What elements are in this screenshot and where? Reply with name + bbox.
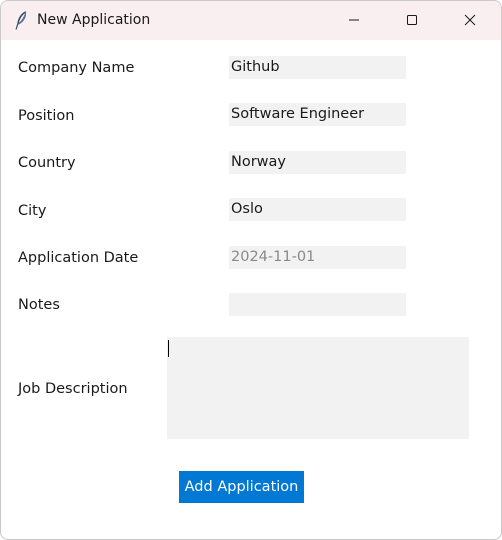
add-application-button[interactable]: Add Application bbox=[179, 471, 304, 503]
application-date-label: Application Date bbox=[18, 250, 139, 266]
minimize-icon bbox=[348, 11, 360, 30]
maximize-icon bbox=[406, 11, 418, 30]
city-label: City bbox=[18, 203, 47, 219]
position-field[interactable] bbox=[229, 103, 406, 126]
title-bar[interactable]: New Application bbox=[1, 1, 501, 40]
notes-field[interactable] bbox=[229, 293, 406, 316]
city-field[interactable] bbox=[229, 198, 406, 221]
position-label: Position bbox=[18, 108, 75, 124]
application-date-field[interactable] bbox=[229, 246, 406, 269]
job-description-textarea[interactable] bbox=[167, 337, 469, 439]
minimize-button[interactable] bbox=[331, 1, 377, 40]
feather-icon bbox=[14, 10, 28, 30]
company-name-label: Company Name bbox=[18, 60, 135, 76]
close-icon bbox=[464, 11, 476, 30]
notes-label: Notes bbox=[18, 297, 60, 313]
maximize-button[interactable] bbox=[389, 1, 435, 40]
country-label: Country bbox=[18, 155, 76, 171]
window-title: New Application bbox=[37, 12, 151, 28]
job-description-label: Job Description bbox=[18, 381, 128, 397]
application-window: New Application Company Name Position Co… bbox=[0, 0, 502, 540]
close-button[interactable] bbox=[447, 1, 493, 40]
text-caret bbox=[168, 340, 169, 357]
company-name-field[interactable] bbox=[229, 56, 406, 79]
country-field[interactable] bbox=[229, 151, 406, 174]
